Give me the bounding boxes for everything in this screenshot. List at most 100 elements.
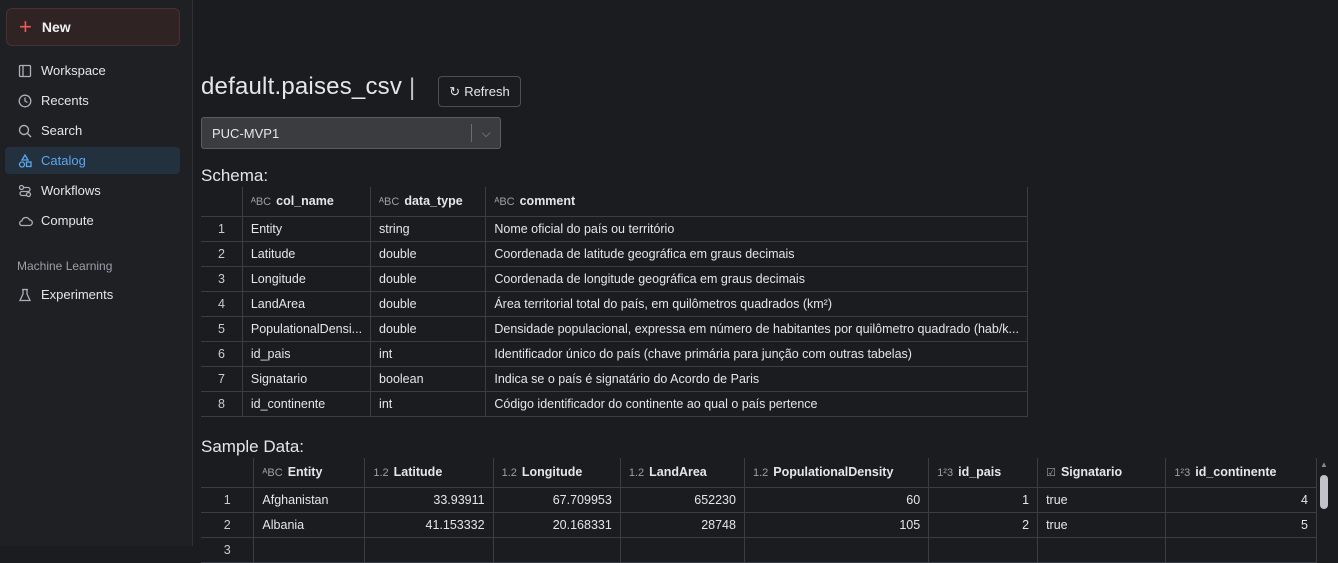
table-cell: Identificador único do país (chave primá… (486, 341, 1028, 366)
table-cell: Área territorial total do país, em quilô… (486, 291, 1028, 316)
row-number-header (201, 187, 242, 216)
new-button[interactable]: + New (6, 8, 180, 46)
integer-type-icon: 1²3 (937, 467, 953, 479)
column-header[interactable]: ᴬBCdata_type (371, 187, 486, 216)
table-cell: Indica se o país é signatário do Acordo … (486, 366, 1028, 391)
clock-icon (17, 93, 33, 109)
sidebar-item-recents[interactable]: Recents (5, 87, 180, 114)
column-header[interactable]: 1.2LandArea (620, 458, 744, 487)
table-cell (365, 537, 493, 562)
column-header[interactable]: ᴬBCcol_name (242, 187, 370, 216)
sidebar-item-label: Workspace (41, 63, 106, 78)
table-row[interactable]: 4LandAreadoubleÁrea territorial total do… (201, 291, 1028, 316)
workflows-icon (17, 183, 33, 199)
row-number: 1 (201, 487, 254, 512)
plus-icon: + (19, 16, 32, 38)
schema-title: Schema: (201, 166, 268, 186)
refresh-button-label: Refresh (464, 84, 510, 99)
table-cell: 28748 (620, 512, 744, 537)
row-number: 2 (201, 512, 254, 537)
compute-select[interactable]: PUC-MVP1 ⌵ (201, 117, 501, 149)
new-button-label: New (42, 19, 71, 35)
table-row[interactable]: 3 (201, 537, 1317, 562)
table-cell: 4 (1166, 487, 1317, 512)
table-cell: PopulationalDensi... (242, 316, 370, 341)
column-header[interactable]: 1.2PopulationalDensity (744, 458, 928, 487)
column-header[interactable]: ᴬBCEntity (254, 458, 365, 487)
column-header[interactable]: 1.2Latitude (365, 458, 493, 487)
table-row[interactable]: 1Afghanistan33.9391167.709953652230601tr… (201, 487, 1317, 512)
sidebar-item-search[interactable]: Search (5, 117, 180, 144)
vertical-scrollbar[interactable]: ▲ (1319, 460, 1329, 546)
table-cell (744, 537, 928, 562)
table-cell: int (371, 341, 486, 366)
column-header[interactable]: 1.2Longitude (493, 458, 620, 487)
table-row[interactable]: 8id_continenteintCódigo identificador do… (201, 391, 1028, 416)
row-number: 5 (201, 316, 242, 341)
sidebar-item-catalog[interactable]: Catalog (5, 147, 180, 174)
sidebar-item-compute[interactable]: Compute (5, 207, 180, 234)
flask-icon (17, 287, 33, 303)
table-cell: Signatario (242, 366, 370, 391)
table-cell: Coordenada de latitude geográfica em gra… (486, 241, 1028, 266)
table-cell: 5 (1166, 512, 1317, 537)
table-row[interactable]: 3LongitudedoubleCoordenada de longitude … (201, 266, 1028, 291)
decimal-type-icon: 1.2 (753, 467, 768, 479)
table-cell: int (371, 391, 486, 416)
table-cell: 20.168331 (493, 512, 620, 537)
sidebar-item-workspace[interactable]: Workspace (5, 57, 180, 84)
refresh-button[interactable]: ↻ Refresh (438, 76, 521, 107)
table-cell (1166, 537, 1317, 562)
sidebar-item-experiments[interactable]: Experiments (5, 281, 180, 308)
table-row[interactable]: 2LatitudedoubleCoordenada de latitude ge… (201, 241, 1028, 266)
refresh-icon: ↻ (449, 84, 460, 100)
table-cell: double (371, 266, 486, 291)
table-row[interactable]: 2Albania41.15333220.168331287481052true5 (201, 512, 1317, 537)
row-number: 6 (201, 341, 242, 366)
sidebar-item-workflows[interactable]: Workflows (5, 177, 180, 204)
table-cell: Nome oficial do país ou território (486, 216, 1028, 241)
string-type-icon: ᴬBC (262, 467, 282, 479)
table-cell: Longitude (242, 266, 370, 291)
table-row[interactable]: 6id_paisintIdentificador único do país (… (201, 341, 1028, 366)
boolean-type-icon: ☑ (1046, 467, 1056, 479)
table-cell: string (371, 216, 486, 241)
column-header[interactable]: ᴬBCcomment (486, 187, 1028, 216)
table-cell: Afghanistan (254, 487, 365, 512)
search-icon (17, 123, 33, 139)
table-cell: id_pais (242, 341, 370, 366)
table-row[interactable]: 7SignatariobooleanIndica se o país é sig… (201, 366, 1028, 391)
table-cell: id_continente (242, 391, 370, 416)
sidebar-item-label: Compute (41, 213, 94, 228)
decimal-type-icon: 1.2 (502, 467, 517, 479)
column-header[interactable]: ☑Signatario (1038, 458, 1166, 487)
table-cell (1038, 537, 1166, 562)
table-cell: Entity (242, 216, 370, 241)
decimal-type-icon: 1.2 (373, 467, 388, 479)
row-number: 3 (201, 537, 254, 562)
table-cell: 33.93911 (365, 487, 493, 512)
table-cell: double (371, 291, 486, 316)
sidebar-item-label: Recents (41, 93, 89, 108)
row-number-header (201, 458, 254, 487)
table-cell: 105 (744, 512, 928, 537)
table-cell: Latitude (242, 241, 370, 266)
table-cell (620, 537, 744, 562)
table-cell: 41.153332 (365, 512, 493, 537)
table-row[interactable]: 1EntitystringNome oficial do país ou ter… (201, 216, 1028, 241)
table-cell: LandArea (242, 291, 370, 316)
chevron-down-icon[interactable]: ⌵ (472, 126, 500, 141)
table-cell: 1 (929, 487, 1038, 512)
scrollbar-thumb[interactable] (1320, 475, 1328, 509)
table-row[interactable]: 5PopulationalDensi...doubleDensidade pop… (201, 316, 1028, 341)
table-cell: true (1038, 512, 1166, 537)
scroll-up-arrow-icon[interactable]: ▲ (1319, 460, 1329, 470)
column-header[interactable]: 1²3id_continente (1166, 458, 1317, 487)
table-cell (493, 537, 620, 562)
table-cell: 67.709953 (493, 487, 620, 512)
table-cell: Coordenada de longitude geográfica em gr… (486, 266, 1028, 291)
table-cell (929, 537, 1038, 562)
schema-table: ᴬBCcol_name ᴬBCdata_type ᴬBCcomment 1Ent… (201, 187, 1028, 417)
sample-data-title: Sample Data: (201, 437, 304, 457)
column-header[interactable]: 1²3id_pais (929, 458, 1038, 487)
